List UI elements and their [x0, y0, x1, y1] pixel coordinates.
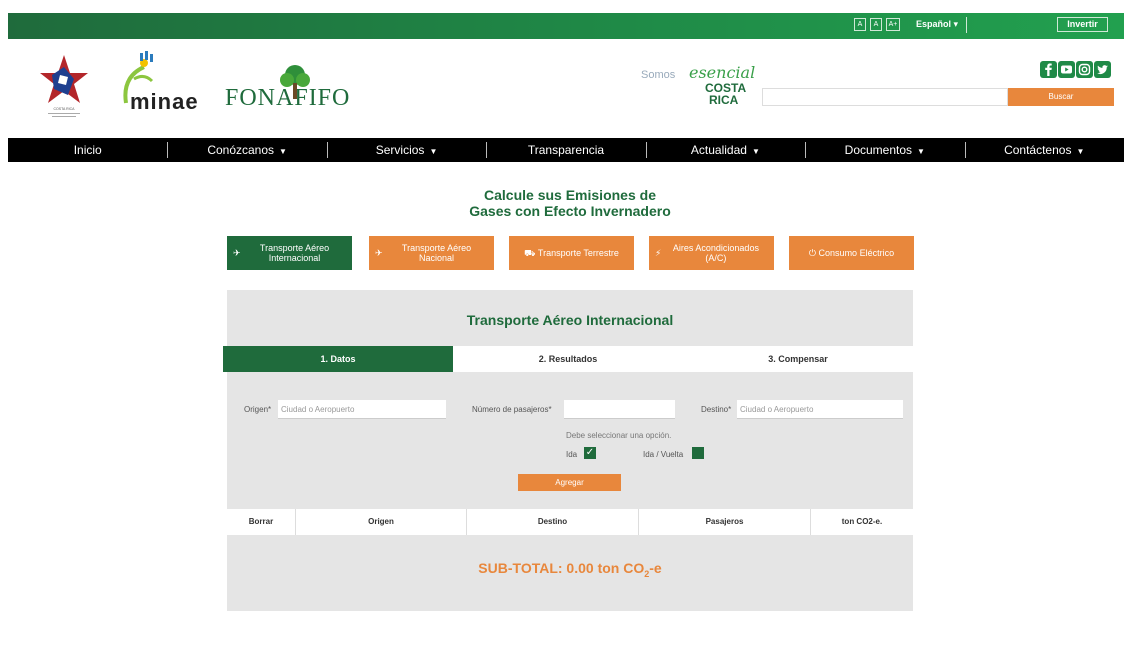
car-icon: ⛟	[524, 248, 536, 258]
ida-label: Ida	[566, 450, 578, 459]
caret-down-icon: ▼	[917, 147, 925, 156]
table-header: Borrar Origen Destino Pasajeros ton CO2-…	[227, 509, 913, 535]
tab-label: Aires Acondicionados (A/C)	[672, 243, 759, 263]
step-resultados[interactable]: 2. Resultados	[453, 346, 683, 372]
nav-item-conozcanos[interactable]: Conózcanos ▼	[167, 138, 326, 162]
seal-text: COSTA RICA	[54, 107, 76, 111]
nav-item-documentos[interactable]: Documentos ▼	[805, 138, 964, 162]
column-origen: Origen	[296, 509, 467, 535]
esencial-costa-rica-logo[interactable]: Somos esencial COSTA RICA	[641, 59, 755, 119]
tab-transporte-aereo-nacional[interactable]: ✈ Transporte Aéreo Nacional	[369, 236, 494, 270]
tab-label: Transporte Terrestre	[537, 248, 619, 258]
nav-label: Documentos	[844, 143, 913, 157]
facebook-icon[interactable]	[1040, 61, 1057, 78]
chevron-down-icon: ▾	[953, 19, 959, 29]
destino-label: Destino*	[701, 405, 732, 414]
rica-text: RICA	[709, 93, 739, 107]
ida-checkbox[interactable]: ✓	[584, 447, 596, 459]
ida-vuelta-checkbox[interactable]	[692, 447, 704, 459]
language-selector[interactable]: Español ▾	[916, 19, 958, 30]
column-pasajeros: Pasajeros	[639, 509, 811, 535]
plug-icon: ⏻	[808, 248, 817, 258]
somos-text: Somos	[641, 69, 676, 81]
tab-aires-acondicionados[interactable]: ⚡ Aires Acondicionados (A/C)	[649, 236, 774, 270]
nav-label: Actualidad	[690, 143, 747, 157]
font-decrease-button[interactable]: A	[854, 18, 866, 31]
twitter-icon[interactable]	[1094, 61, 1111, 78]
minae-logo[interactable]: minae	[118, 51, 210, 125]
page-title-line2: Gases con Efecto Invernadero	[469, 203, 671, 219]
caret-down-icon: ▼	[751, 147, 760, 156]
origen-input[interactable]: Ciudad o Aeropuerto	[278, 400, 446, 419]
column-ton-co2: ton CO2-e.	[841, 517, 883, 526]
tab-label: Transporte Aéreo Nacional	[401, 243, 472, 263]
esencial-text: esencial	[689, 63, 756, 82]
nav-item-actualidad[interactable]: Actualidad ▼	[645, 138, 805, 162]
tab-label: Consumo Eléctrico	[818, 248, 895, 258]
font-normal-button[interactable]: A	[870, 18, 882, 31]
invert-contrast-button[interactable]: Invertir	[1057, 17, 1108, 32]
pasajeros-input[interactable]	[564, 400, 675, 419]
tab-transporte-terrestre[interactable]: ⛟ Transporte Terrestre	[509, 236, 634, 270]
nav-label: Inicio	[73, 143, 102, 157]
plane-icon: ✈	[233, 248, 241, 258]
subtotal-suffix: -e	[649, 560, 662, 576]
costa-rica-seal-logo[interactable]: COSTA RICA	[38, 53, 90, 119]
nav-label: Contáctenos	[1004, 143, 1072, 157]
option-hint: Debe seleccionar una opción.	[566, 431, 672, 440]
nav-label: Conózcanos	[207, 143, 275, 157]
language-label: Español	[916, 19, 952, 29]
caret-down-icon: ▼	[279, 147, 287, 156]
subtotal-text: SUB-TOTAL: 0.00 ton CO	[478, 560, 645, 576]
page-title-line1: Calcule sus Emisiones de	[484, 187, 656, 203]
page-title: Calcule sus Emisiones de Gases con Efect…	[440, 187, 700, 219]
tab-label: Transporte Aéreo Internacional	[259, 243, 330, 263]
pasajeros-label: Número de pasajeros*	[472, 405, 552, 414]
step-tabs: 1. Datos 2. Resultados 3. Compensar	[223, 346, 913, 372]
tab-consumo-electrico[interactable]: ⏻ Consumo Eléctrico	[789, 236, 914, 270]
step-datos[interactable]: 1. Datos	[223, 346, 453, 372]
site-header: COSTA RICA minae FONAFIFO Somos esencial…	[8, 39, 1124, 133]
font-increase-button[interactable]: A+	[886, 18, 900, 31]
checkmark-icon: ✓	[585, 447, 595, 458]
add-button[interactable]: Agregar	[518, 474, 621, 491]
bolt-icon: ⚡	[655, 248, 662, 258]
search-input[interactable]	[762, 88, 1008, 106]
ida-vuelta-label: Ida / Vuelta	[643, 450, 684, 459]
column-borrar: Borrar	[227, 509, 296, 535]
nav-label: Transparencia	[527, 143, 605, 157]
nav-label: Servicios	[375, 143, 425, 157]
nav-item-contactenos[interactable]: Contáctenos ▼	[964, 138, 1124, 162]
plane-icon: ✈	[375, 248, 383, 258]
instagram-icon[interactable]	[1076, 61, 1093, 78]
panel-title: Transporte Aéreo Internacional	[466, 312, 674, 328]
tree-icon	[280, 65, 310, 99]
calculator-panel: Transporte Aéreo Internacional 1. Datos …	[223, 290, 913, 611]
caret-down-icon: ▼	[1076, 147, 1085, 156]
nav-item-transparencia[interactable]: Transparencia	[486, 138, 645, 162]
step-compensar[interactable]: 3. Compensar	[683, 346, 913, 372]
youtube-icon[interactable]	[1058, 61, 1075, 78]
origen-label: Origen*	[244, 405, 272, 414]
minae-wordmark: minae	[130, 89, 199, 114]
caret-down-icon: ▼	[429, 147, 438, 156]
tab-transporte-aereo-internacional[interactable]: ✈ Transporte Aéreo Internacional	[227, 236, 352, 270]
divider	[966, 17, 967, 33]
search-button[interactable]: Buscar	[1008, 88, 1114, 106]
main-nav: Inicio Conózcanos ▼ Servicios ▼ Transparen…	[8, 138, 1124, 162]
nav-item-inicio[interactable]: Inicio	[8, 138, 167, 162]
column-destino: Destino	[467, 509, 639, 535]
destino-input[interactable]: Ciudad o Aeropuerto	[737, 400, 903, 419]
nav-item-servicios[interactable]: Servicios ▼	[326, 138, 486, 162]
subtotal: SUB-TOTAL: 0.00 ton CO2-e	[227, 560, 913, 579]
utility-bar: A A A+ Español ▾ Invertir	[8, 13, 1124, 39]
